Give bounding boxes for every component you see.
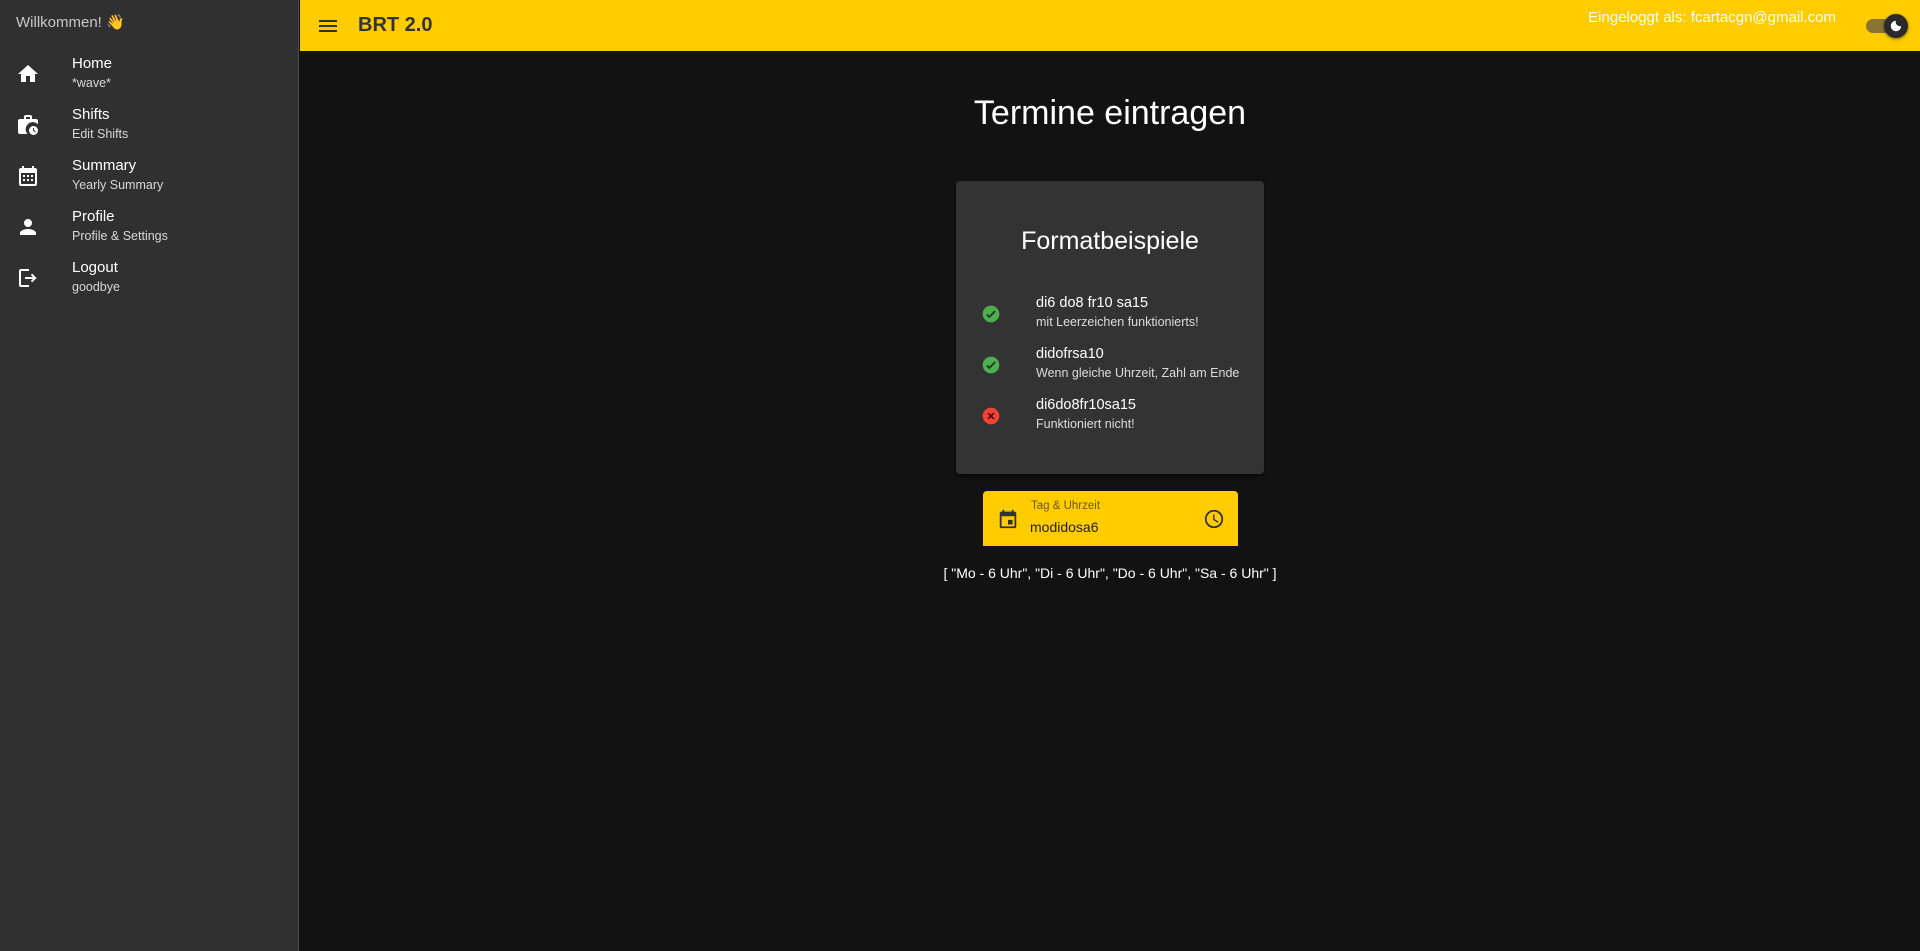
sidebar-item-sublabel: Edit Shifts: [72, 127, 129, 141]
theme-toggle[interactable]: [1862, 14, 1908, 38]
cancel-circle-icon: [981, 406, 1001, 426]
sidebar-item-summary[interactable]: Summary Yearly Summary: [0, 154, 298, 205]
person-icon: [16, 215, 40, 239]
check-circle-icon: [981, 304, 1001, 324]
sidebar-item-label: Shifts: [72, 106, 110, 123]
sidebar-item-label: Profile: [72, 208, 115, 225]
example-code: di6do8fr10sa15: [1036, 397, 1136, 413]
menu-icon[interactable]: [316, 14, 340, 38]
example-item: di6 do8 fr10 sa15 mit Leerzeichen funkti…: [956, 295, 1264, 345]
work-clock-icon: [16, 113, 40, 137]
login-info: Eingeloggt als: fcartacgn@gmail.com: [1588, 9, 1836, 26]
date-time-input[interactable]: [1030, 517, 1190, 537]
logout-icon: [16, 266, 40, 290]
check-circle-icon: [981, 355, 1001, 375]
home-icon: [16, 62, 40, 86]
sidebar-item-home[interactable]: Home *wave*: [0, 52, 298, 103]
example-description: Wenn gleiche Uhrzeit, Zahl am Ende: [1036, 366, 1240, 380]
sidebar-item-shifts[interactable]: Shifts Edit Shifts: [0, 103, 298, 154]
sidebar: Willkommen! 👋 Home *wave* Shifts Edit Sh…: [0, 0, 299, 951]
moon-icon: [1890, 20, 1902, 32]
sidebar-item-label: Logout: [72, 259, 118, 276]
sidebar-title: Willkommen! 👋: [16, 14, 125, 31]
example-description: Funktioniert nicht!: [1036, 417, 1135, 431]
calendar-icon: [997, 508, 1019, 530]
example-item: di6do8fr10sa15 Funktioniert nicht!: [956, 397, 1264, 447]
example-item: didofrsa10 Wenn gleiche Uhrzeit, Zahl am…: [956, 346, 1264, 396]
toggle-thumb: [1884, 14, 1908, 38]
sidebar-item-sublabel: *wave*: [72, 76, 111, 90]
app-bar: BRT 2.0 Eingeloggt als: fcartacgn@gmail.…: [300, 0, 1920, 51]
sidebar-item-profile[interactable]: Profile Profile & Settings: [0, 205, 298, 256]
calendar-month-icon: [16, 164, 40, 188]
example-code: di6 do8 fr10 sa15: [1036, 295, 1149, 311]
page-title: Termine eintragen: [973, 94, 1247, 132]
sidebar-item-label: Home: [72, 55, 113, 72]
sidebar-item-label: Summary: [72, 157, 137, 174]
sidebar-item-sublabel: Yearly Summary: [72, 178, 164, 192]
format-examples-card: Formatbeispiele di6 do8 fr10 sa15 mit Le…: [956, 181, 1264, 474]
clock-icon[interactable]: [1203, 508, 1225, 530]
app-title: BRT 2.0: [358, 14, 433, 36]
sidebar-item-sublabel: Profile & Settings: [72, 229, 168, 243]
sidebar-item-logout[interactable]: Logout goodbye: [0, 256, 298, 307]
sidebar-item-sublabel: goodbye: [72, 280, 120, 294]
card-title: Formatbeispiele: [1021, 227, 1199, 255]
date-time-field[interactable]: Tag & Uhrzeit: [983, 491, 1238, 546]
field-label: Tag & Uhrzeit: [1031, 500, 1101, 512]
sidebar-nav: Home *wave* Shifts Edit Shifts Summary Y…: [0, 52, 298, 307]
example-description: mit Leerzeichen funktionierts!: [1036, 315, 1199, 329]
parsed-result: [ "Mo - 6 Uhr", "Di - 6 Uhr", "Do - 6 Uh…: [943, 565, 1277, 581]
example-code: didofrsa10: [1036, 346, 1104, 362]
